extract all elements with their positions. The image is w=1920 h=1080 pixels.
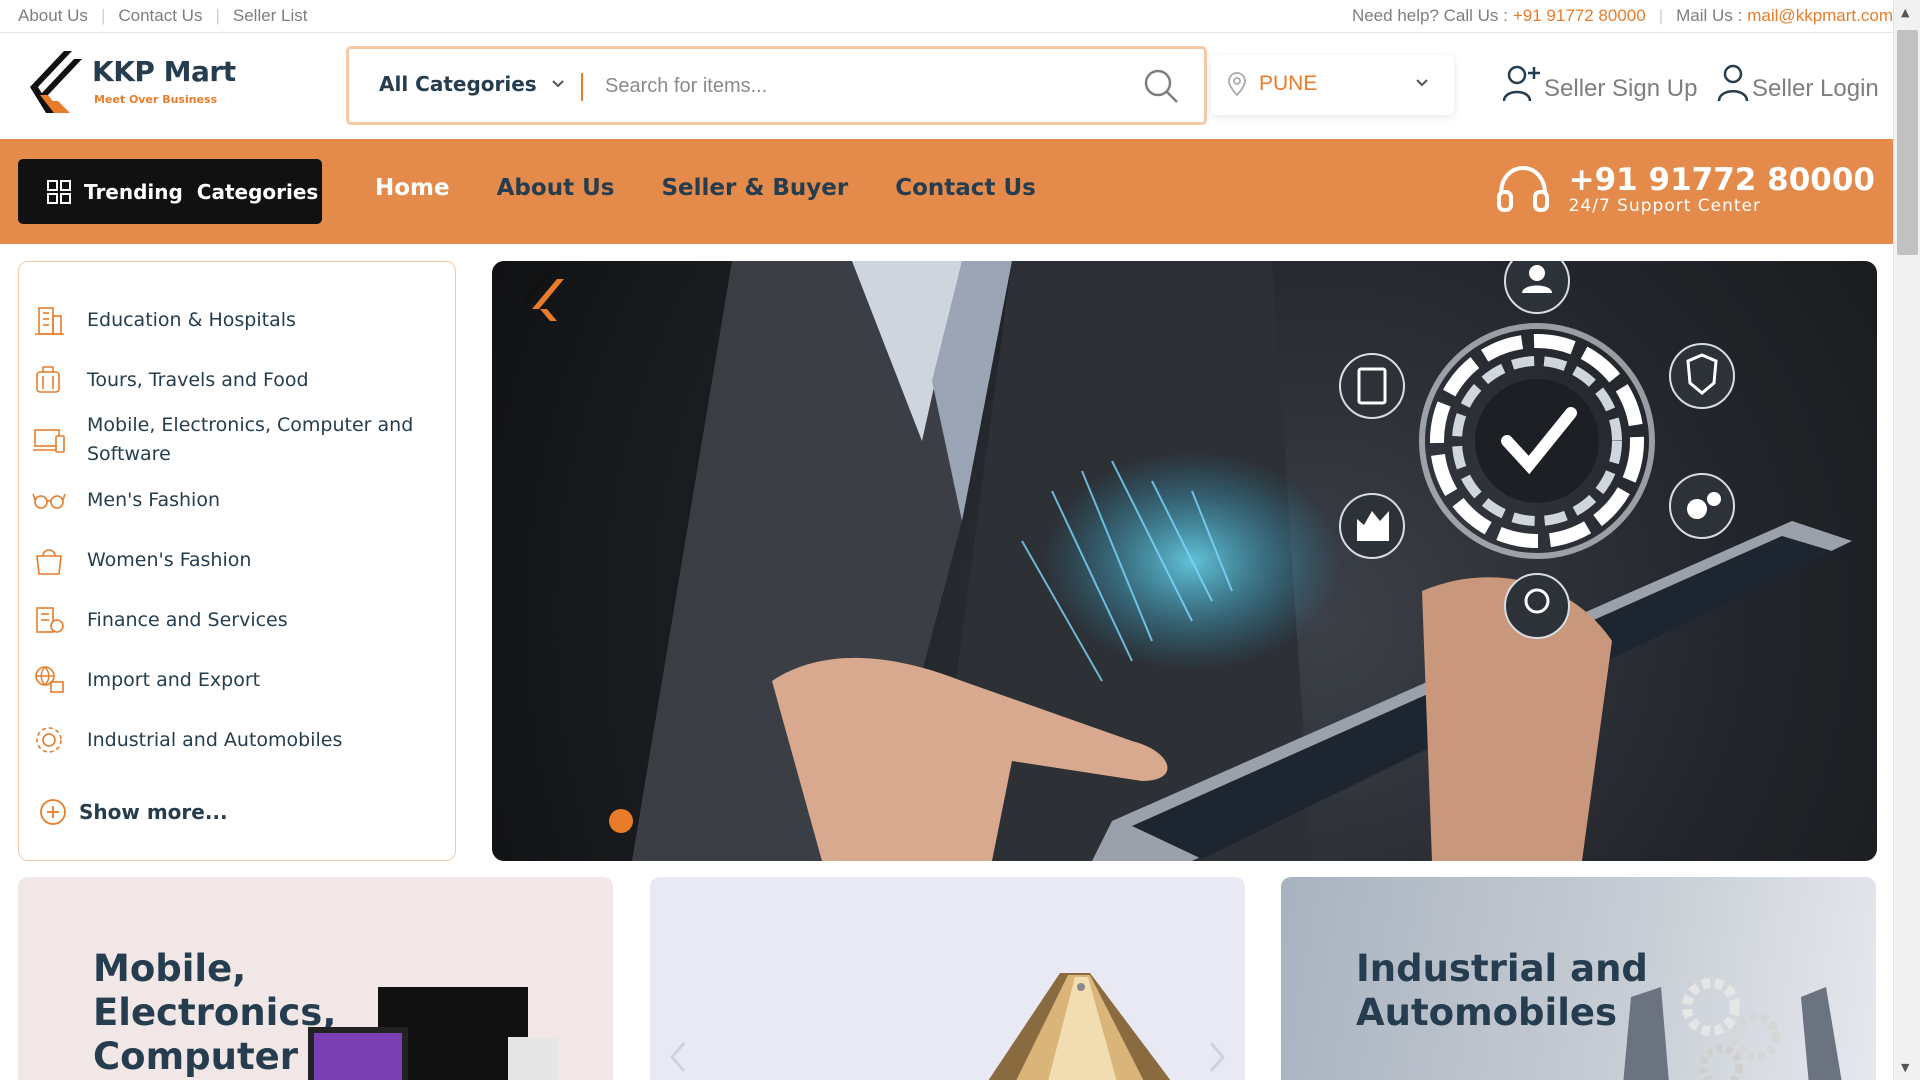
category-item-tours[interactable]: Tours, Travels and Food — [31, 350, 441, 410]
support-center[interactable]: +91 91772 80000 24/7 Support Center — [1495, 163, 1875, 215]
category-label: Industrial and Automobiles — [87, 728, 343, 751]
scroll-down-icon[interactable]: ▼ — [1901, 1061, 1909, 1074]
category-label: Mobile, Electronics, Computer and Softwa… — [87, 414, 414, 465]
location-select[interactable]: PUNE — [1211, 55, 1454, 115]
scroll-up-icon[interactable]: ▲ — [1901, 6, 1909, 19]
search-divider — [581, 73, 583, 101]
trending-categories-label: Trending Categories — [84, 179, 319, 204]
category-label: Import and Export — [87, 668, 261, 691]
wood-samples-image — [988, 973, 1171, 1080]
chevron-down-icon — [551, 80, 564, 88]
category-select[interactable]: All Categories — [379, 72, 565, 96]
user-icon — [1717, 64, 1749, 102]
nav-contact[interactable]: Contact Us — [895, 175, 1036, 201]
plus-circle-icon — [40, 799, 66, 825]
category-item-industrial[interactable]: Industrial and Automobiles — [31, 710, 441, 770]
top-contact: Need help? Call Us : +91 91772 80000 | M… — [1352, 6, 1893, 26]
category-card-middle[interactable] — [650, 877, 1245, 1080]
top-link-about[interactable]: About Us — [18, 6, 88, 26]
category-label: Tours, Travels and Food — [87, 368, 309, 391]
top-link-seller-list[interactable]: Seller List — [233, 6, 308, 26]
divider: | — [1658, 6, 1664, 25]
handbag-icon — [36, 549, 62, 575]
luggage-icon — [36, 366, 60, 393]
search-icon[interactable] — [1142, 67, 1180, 105]
hero-illustration — [522, 261, 1852, 861]
category-item-finance[interactable]: Finance and Services — [31, 590, 441, 650]
search-input[interactable] — [605, 69, 1135, 103]
divider: | — [215, 6, 220, 25]
add-user-icon — [1502, 65, 1540, 102]
top-bar: About Us | Contact Us | Seller List Need… — [0, 0, 1893, 33]
category-label: Finance and Services — [87, 608, 288, 631]
show-more-label: Show more... — [79, 800, 228, 824]
category-card-industrial[interactable]: Industrial and Automobiles — [1281, 877, 1876, 1080]
brand-tagline: Meet Over Business — [94, 93, 218, 106]
logo-mark-icon — [30, 51, 82, 113]
seller-signup-label: Seller Sign Up — [1544, 75, 1698, 102]
headset-icon — [1496, 165, 1549, 212]
search-bar: All Categories — [346, 46, 1207, 125]
page-scrollbar[interactable]: ▲ ▼ — [1893, 0, 1920, 1080]
finance-icon — [36, 607, 64, 633]
seller-login-label: Seller Login — [1752, 75, 1879, 102]
category-card-mobile[interactable]: Mobile, Electronics, Computer and Softwa… — [18, 877, 613, 1080]
carousel-dot-active[interactable] — [609, 809, 633, 833]
help-phone[interactable]: +91 91772 80000 — [1513, 6, 1646, 26]
electronics-image — [308, 987, 558, 1080]
scrollbar-thumb[interactable] — [1897, 30, 1918, 255]
globe-icon — [35, 666, 64, 693]
nav-links: Home About Us Seller & Buyer Contact Us — [375, 175, 1036, 201]
nav-seller-buyer[interactable]: Seller & Buyer — [661, 175, 848, 201]
mail-link[interactable]: mail@kkpmart.com — [1747, 6, 1893, 26]
building-icon — [35, 307, 64, 335]
category-item-womens-fashion[interactable]: Women's Fashion — [31, 530, 441, 590]
mail-label: Mail Us : — [1676, 6, 1743, 25]
hero-banner[interactable] — [492, 261, 1877, 861]
category-sidebar: Education & Hospitals Tours, Travels and… — [18, 261, 456, 861]
support-label: 24/7 Support Center — [1568, 196, 1761, 216]
logo[interactable]: KKP Mart Meet Over Business — [26, 47, 236, 117]
nav-about[interactable]: About Us — [497, 175, 615, 201]
grid-icon — [47, 179, 71, 204]
nav-home[interactable]: Home — [375, 175, 450, 201]
chevron-left-icon[interactable] — [666, 1037, 692, 1077]
robot-gears-image — [1623, 978, 1842, 1080]
category-label: Education & Hospitals — [87, 308, 296, 331]
category-list: Education & Hospitals Tours, Travels and… — [31, 290, 441, 770]
category-label: Women's Fashion — [87, 548, 252, 571]
category-item-education[interactable]: Education & Hospitals — [31, 290, 441, 350]
brand-name: KKP Mart — [92, 55, 236, 88]
divider: | — [100, 6, 106, 25]
support-phone: +91 91772 80000 — [1568, 162, 1875, 198]
category-select-value: All Categories — [379, 72, 537, 96]
header: KKP Mart Meet Over Business All Categori… — [0, 33, 1893, 139]
category-item-mens-fashion[interactable]: Men's Fashion — [31, 470, 441, 530]
chevron-down-icon — [1416, 79, 1428, 87]
trending-categories-button[interactable]: Trending Categories — [18, 159, 322, 224]
main-nav: Trending Categories Home About Us Seller… — [0, 139, 1893, 244]
category-label: Men's Fashion — [87, 488, 220, 511]
seller-signup-link[interactable]: Seller Sign Up — [1502, 63, 1697, 103]
devices-icon — [33, 429, 65, 453]
support-text: +91 91772 80000 24/7 Support Center — [1569, 163, 1875, 215]
seller-login-link[interactable]: Seller Login — [1716, 63, 1879, 103]
top-link-contact[interactable]: Contact Us — [118, 6, 202, 26]
gear-icon — [36, 727, 62, 753]
location-pin-icon — [1228, 72, 1246, 97]
help-label: Need help? Call Us : — [1351, 6, 1508, 25]
category-item-mobile[interactable]: Mobile, Electronics, Computer and Softwa… — [31, 410, 441, 470]
location-value: PUNE — [1259, 72, 1318, 95]
glasses-icon — [32, 493, 66, 509]
top-links: About Us | Contact Us | Seller List — [18, 6, 308, 26]
category-item-import-export[interactable]: Import and Export — [31, 650, 441, 710]
show-more-button[interactable]: Show more... — [39, 798, 228, 826]
